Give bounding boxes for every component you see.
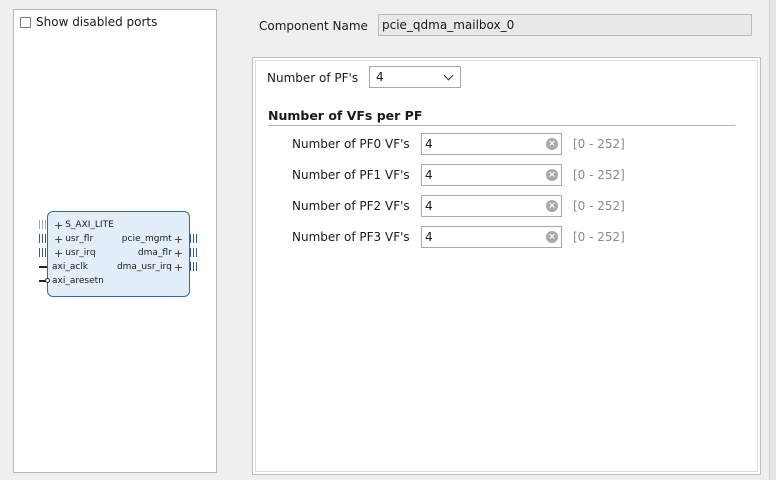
vf-label: Number of PF3 VF's [292, 230, 410, 244]
symbol-panel: Show disabled ports + S_AXI_LITE + usr_f… [13, 9, 217, 473]
vf-label: Number of PF2 VF's [292, 199, 410, 213]
port-label: usr_flr [65, 234, 94, 244]
chevron-down-icon[interactable] [443, 70, 454, 81]
vf-input-pf2[interactable]: 4 × [421, 195, 562, 217]
bus-icon [39, 234, 47, 243]
plus-icon[interactable]: + [54, 248, 63, 259]
num-pf-label: Number of PF's [267, 71, 359, 85]
vf-value: 4 [425, 199, 433, 213]
num-pf-value: 4 [376, 70, 384, 84]
reset-wire-icon [39, 278, 50, 283]
bus-icon [190, 262, 198, 271]
vf-input-pf1[interactable]: 4 × [421, 164, 562, 186]
bus-icon [39, 248, 47, 257]
vf-value: 4 [425, 168, 433, 182]
clear-icon[interactable]: × [546, 200, 558, 212]
clear-icon[interactable]: × [546, 169, 558, 181]
vf-row-pf3: Number of PF3 VF's 4 × [0 - 252] [292, 226, 732, 248]
show-disabled-checkbox[interactable] [20, 16, 31, 28]
section-title: Number of VFs per PF [268, 108, 423, 123]
port-label: axi_aresetn [52, 276, 104, 286]
plus-icon[interactable]: + [174, 234, 183, 245]
plus-icon[interactable]: + [174, 248, 183, 259]
vf-row-pf1: Number of PF1 VF's 4 × [0 - 252] [292, 164, 732, 186]
plus-icon[interactable]: + [174, 262, 183, 273]
port-s-axi-lite[interactable]: + S_AXI_LITE [39, 220, 114, 231]
section-divider [268, 125, 735, 126]
scrollbar[interactable] [769, 0, 776, 480]
port-label: dma_flr [137, 248, 172, 258]
vf-range: [0 - 252] [573, 168, 625, 182]
vf-range: [0 - 252] [573, 199, 625, 213]
port-axi-aresetn[interactable]: axi_aresetn [39, 276, 104, 286]
port-axi-aclk[interactable]: axi_aclk [39, 262, 89, 272]
vf-row-pf2: Number of PF2 VF's 4 × [0 - 252] [292, 195, 732, 217]
bus-icon [190, 234, 198, 243]
vf-value: 4 [425, 230, 433, 244]
bus-icon [39, 220, 47, 229]
show-disabled-ports-toggle[interactable]: Show disabled ports [20, 15, 157, 29]
port-usr-flr[interactable]: + usr_flr [39, 234, 94, 245]
port-label: usr_irq [65, 248, 96, 258]
config-panel: Number of PF's 4 Number of VFs per PF Nu… [252, 57, 761, 475]
component-name-label: Component Name [259, 19, 368, 33]
wire-icon [39, 266, 47, 268]
vf-range: [0 - 252] [573, 230, 625, 244]
vf-row-pf0: Number of PF0 VF's 4 × [0 - 252] [292, 133, 732, 155]
port-label: axi_aclk [52, 262, 89, 272]
port-label: dma_usr_irq [116, 262, 172, 272]
port-label: pcie_mgmt [121, 234, 172, 244]
plus-icon[interactable]: + [54, 220, 63, 231]
show-disabled-label: Show disabled ports [36, 15, 158, 29]
port-dma-usr-irq[interactable]: dma_usr_irq + [116, 262, 198, 273]
plus-icon[interactable]: + [54, 234, 63, 245]
num-pf-select[interactable]: 4 [369, 66, 461, 88]
vf-input-pf0[interactable]: 4 × [421, 133, 562, 155]
clear-icon[interactable]: × [546, 231, 558, 243]
vf-range: [0 - 252] [573, 137, 625, 151]
component-name-field[interactable]: pcie_qdma_mailbox_0 [378, 14, 752, 36]
port-dma-flr[interactable]: dma_flr + [137, 248, 198, 259]
clear-icon[interactable]: × [546, 138, 558, 150]
bus-icon [190, 248, 198, 257]
ip-customization-window: Show disabled ports + S_AXI_LITE + usr_f… [0, 0, 776, 480]
port-label: S_AXI_LITE [65, 220, 114, 230]
vf-label: Number of PF1 VF's [292, 168, 410, 182]
ip-symbol-block[interactable]: + S_AXI_LITE + usr_flr + usr_irq axi_acl… [39, 211, 198, 297]
vf-label: Number of PF0 VF's [292, 137, 410, 151]
vf-input-pf3[interactable]: 4 × [421, 226, 562, 248]
vf-value: 4 [425, 137, 433, 151]
port-pcie-mgmt[interactable]: pcie_mgmt + [121, 234, 198, 245]
port-usr-irq[interactable]: + usr_irq [39, 248, 96, 259]
